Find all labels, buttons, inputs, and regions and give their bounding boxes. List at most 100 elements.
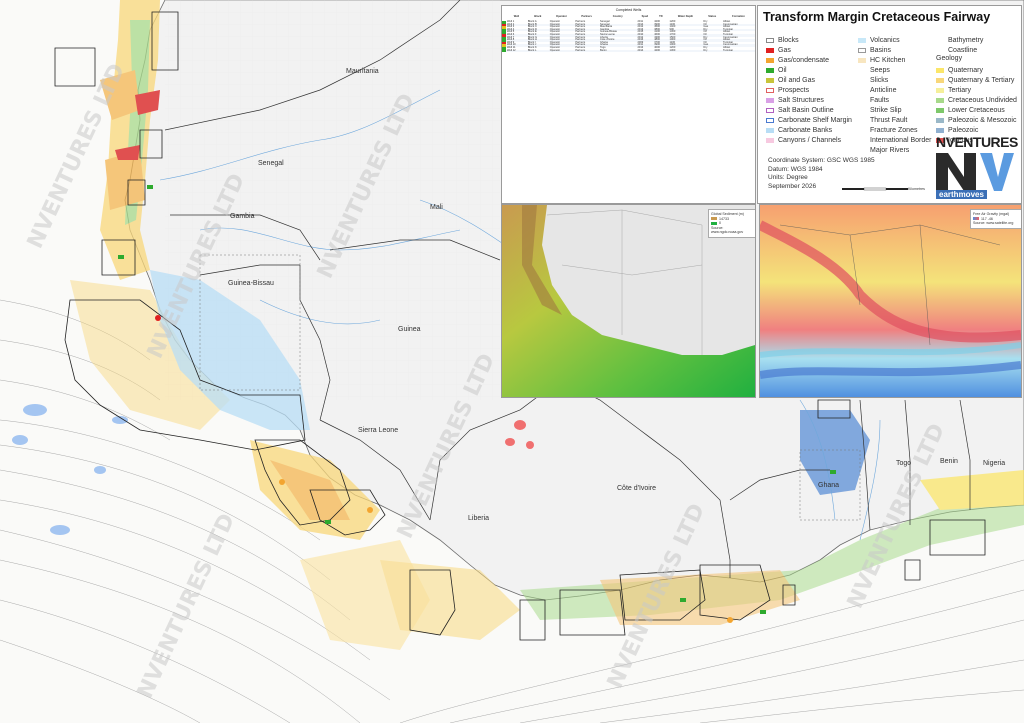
table-cell: 1300 xyxy=(668,49,703,53)
legend-label: Basins xyxy=(870,46,892,54)
sediment-legend: Global Sediment (m) 14733 0 Source: www.… xyxy=(708,209,755,238)
legend-label: Paleozoic xyxy=(948,126,979,134)
map-canvas: Mauritania Senegal Gambia Mali Guinea-Bi… xyxy=(0,0,1024,723)
legend-swatch xyxy=(766,107,774,113)
legend-item: Blocks xyxy=(766,35,852,45)
legend-item: Quaternary xyxy=(936,65,1017,75)
legend-item: Anticline xyxy=(858,85,931,95)
legend-label: Salt Basin Outline xyxy=(778,106,834,114)
legend-item: Quaternary & Tertiary xyxy=(936,75,1017,85)
table-header-row: Well Block Operator Partners Country Spu… xyxy=(502,12,755,21)
legend-label: Lower Cretaceous xyxy=(948,106,1005,114)
label-mali: Mali xyxy=(430,204,443,211)
table-cell: Block L xyxy=(526,49,549,53)
legend-item: Tertiary xyxy=(936,85,1017,95)
legend-swatch xyxy=(936,87,944,93)
legend-label: Paleozoic & Mesozoic xyxy=(948,116,1017,124)
legend-swatch xyxy=(766,67,774,73)
units: Units: Degree xyxy=(768,174,808,181)
legend-label: Canyons / Channels xyxy=(778,136,842,144)
legend-label: Gas/condensate xyxy=(778,56,829,64)
legend-swatch xyxy=(766,37,774,43)
scale-unit: Kilometres xyxy=(908,187,925,191)
legend-item: Salt Basin Outline xyxy=(766,105,852,115)
legend-item: Paleozoic & Mesozoic xyxy=(936,115,1017,125)
legend-item: Strike Slip xyxy=(858,105,931,115)
legend-label: Anticline xyxy=(870,86,897,94)
legend-geology-list: Quaternary Quaternary & Tertiary Tertiary C… xyxy=(936,65,1017,145)
legend-column-3: Bathymetry Coastline Geology Quaternary Qu… xyxy=(936,35,1017,145)
wells-table: Well Block Operator Partners Country Spu… xyxy=(502,12,755,53)
sediment-inset-map: Global Sediment (m) 14733 0 Source: www.… xyxy=(501,204,756,398)
logo-text: NVENTURES xyxy=(936,134,1018,150)
legend-item: Carbonate Shelf Margin xyxy=(766,115,852,125)
legend-swatch xyxy=(858,77,866,83)
sediment-source: Source: www.ngdc.noaa.gov xyxy=(711,225,744,235)
legend-swatch xyxy=(766,47,774,53)
legend-item: Cretaceous Undivided xyxy=(936,95,1017,105)
label-benin: Benin xyxy=(940,458,958,465)
legend-label: Faults xyxy=(870,96,890,104)
gravity-inset-map: Free Air Gravity (mgal) 117 -46 Source: … xyxy=(759,204,1022,398)
logo-subtext: earthmoves xyxy=(936,190,987,199)
legend-item: Gas/condensate xyxy=(766,55,852,65)
legend-item: International Border xyxy=(858,135,931,145)
legend-label: Carbonate Banks xyxy=(778,126,833,134)
datum: Datum: WGS 1984 xyxy=(768,165,823,173)
legend-swatch xyxy=(858,87,866,93)
label-senegal: Senegal xyxy=(258,160,284,167)
label-liberia: Liberia xyxy=(468,515,489,522)
legend-swatch xyxy=(936,47,944,53)
legend-column-2: Volcanics Basins HC Kitchen Seeps Slicks Anti… xyxy=(858,35,931,155)
legend-swatch xyxy=(858,137,866,143)
table-cell: Well 12 xyxy=(506,49,527,53)
table-body: Well 1 Block A Operator Partners Senegal 2011… xyxy=(502,20,755,53)
legend-item: Fracture Zones xyxy=(858,125,931,135)
label-ghana: Ghana xyxy=(818,482,839,489)
legend-swatch xyxy=(766,137,774,143)
legend-label: Major Rivers xyxy=(870,146,910,154)
legend-swatch xyxy=(766,57,774,63)
gravity-legend: Free Air Gravity (mgal) 117 -46 Source: … xyxy=(970,209,1021,229)
legend-swatch xyxy=(858,147,866,153)
legend-item: Thrust Fault xyxy=(858,115,931,125)
legend-swatch xyxy=(766,77,774,83)
legend-label: Strike Slip xyxy=(870,106,902,114)
legend-item: Oil xyxy=(766,65,852,75)
legend-label: Cretaceous Undivided xyxy=(948,96,1017,104)
legend-label: Gas xyxy=(778,46,791,54)
legend-swatch xyxy=(858,67,866,73)
legend-column-3-top: Bathymetry Coastline xyxy=(936,35,1017,55)
legend-swatch xyxy=(858,97,866,103)
coord-system: Coordinate System: GSC WGS 1985 xyxy=(768,157,875,164)
legend-label: Oil xyxy=(778,66,787,74)
legend-swatch xyxy=(936,77,944,83)
legend-swatch xyxy=(858,117,866,123)
legend-label: International Border xyxy=(870,136,932,144)
legend-item: Major Rivers xyxy=(858,145,931,155)
legend-item: Salt Structures xyxy=(766,95,852,105)
legend-swatch xyxy=(858,37,866,43)
legend-swatch xyxy=(936,37,944,43)
wells-table-panel: Completed Wells Well Block Operator Part… xyxy=(501,5,756,204)
table-cell: Turonian xyxy=(721,49,755,53)
legend-item: HC Kitchen xyxy=(858,55,931,65)
legend-label: Salt Structures xyxy=(778,96,824,104)
legend-panel: Transform Margin Cretaceous Fairway Bloc… xyxy=(757,5,1022,204)
label-cote-divoire: Côte d'Ivoire xyxy=(617,485,656,492)
legend-swatch xyxy=(936,67,944,73)
table-cell: Operator xyxy=(548,49,575,53)
legend-label: Thrust Fault xyxy=(870,116,908,124)
legend-swatch xyxy=(858,107,866,113)
table-cell: Benin xyxy=(599,49,637,53)
scale-bar: Kilometres xyxy=(842,184,930,194)
legend-item: Basins xyxy=(858,45,931,55)
legend-label: Blocks xyxy=(778,36,799,44)
legend-swatch xyxy=(766,97,774,103)
table-cell: 4200 xyxy=(653,49,669,53)
legend-label: Seeps xyxy=(870,66,890,74)
legend-swatch xyxy=(858,57,866,63)
legend-item: Seeps xyxy=(858,65,931,75)
legend-item: Carbonate Banks xyxy=(766,125,852,135)
legend-label: Quaternary xyxy=(948,66,984,74)
